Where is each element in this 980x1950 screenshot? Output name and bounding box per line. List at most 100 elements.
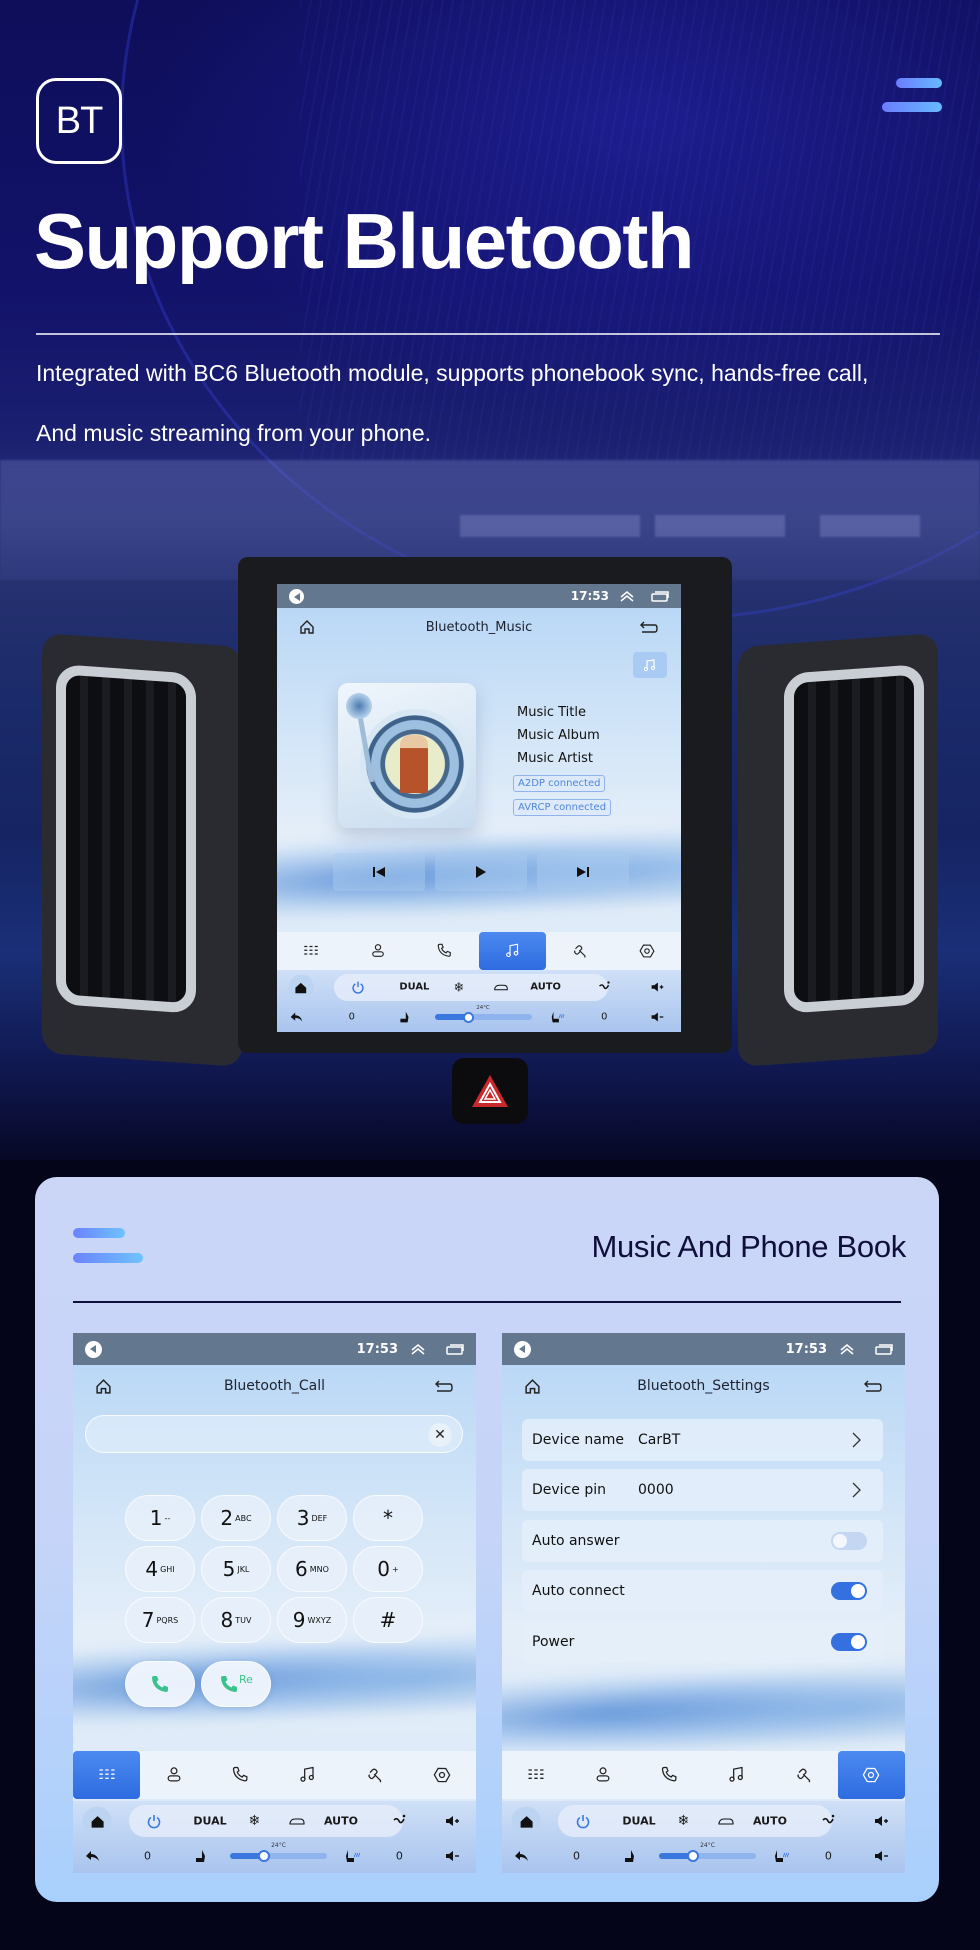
fan-speed-slider[interactable] — [434, 1011, 532, 1023]
back-circle-icon[interactable] — [289, 588, 304, 604]
airflow-mode-button[interactable] — [820, 1813, 836, 1829]
recirculation-button[interactable] — [289, 1813, 305, 1829]
hazard-button[interactable] — [452, 1058, 528, 1124]
next-track-button[interactable] — [537, 853, 629, 891]
climate-back-button[interactable] — [290, 1010, 304, 1024]
nav-tab-music[interactable] — [478, 932, 547, 970]
dual-button[interactable]: DUAL — [193, 1815, 226, 1828]
nav-tab-calls[interactable] — [636, 1751, 703, 1799]
climate-back-button[interactable] — [514, 1848, 530, 1864]
nav-tab-contacts[interactable] — [569, 1751, 636, 1799]
ac-snowflake-button[interactable]: ❄ — [454, 980, 465, 995]
fan-speed-knob[interactable] — [258, 1849, 270, 1862]
auto-button[interactable]: AUTO — [324, 1815, 358, 1828]
home-icon[interactable] — [95, 1378, 112, 1395]
right-seat-heat-button[interactable] — [551, 1010, 565, 1024]
dial-key-4[interactable]: 4 GHI — [125, 1546, 195, 1592]
collapse-icon[interactable] — [839, 1343, 855, 1355]
nav-tab-settings[interactable] — [614, 932, 681, 970]
nav-tab-contacts[interactable] — [140, 1751, 207, 1799]
return-icon[interactable] — [639, 620, 659, 634]
fan-speed-slider[interactable] — [230, 1849, 327, 1862]
collapse-icon[interactable] — [410, 1343, 426, 1355]
dial-key-8[interactable]: 8 TUV — [201, 1597, 271, 1643]
dial-key-0[interactable]: 0 + — [353, 1546, 423, 1592]
fan-speed-slider[interactable] — [659, 1849, 756, 1862]
power-toggle[interactable] — [831, 1633, 867, 1651]
dial-key-hash[interactable]: # — [353, 1597, 423, 1643]
airflow-mode-button[interactable] — [391, 1813, 407, 1829]
auto-answer-toggle[interactable] — [831, 1532, 867, 1550]
dial-key-2[interactable]: 2 ABC — [201, 1495, 271, 1541]
recent-apps-icon[interactable] — [875, 1343, 893, 1355]
call-button[interactable] — [125, 1661, 195, 1707]
dial-key-5[interactable]: 5 JKL — [201, 1546, 271, 1592]
ac-power-button[interactable] — [575, 1813, 591, 1829]
nav-tab-dialpad[interactable] — [277, 932, 344, 970]
left-seat-button[interactable] — [621, 1848, 637, 1864]
volume-up-button[interactable] — [650, 980, 664, 994]
device-pin-row[interactable]: Device pin 0000 — [522, 1469, 883, 1511]
nav-tab-pairing[interactable] — [771, 1751, 838, 1799]
fan-speed-knob[interactable] — [463, 1011, 474, 1023]
back-circle-icon[interactable] — [85, 1340, 102, 1358]
volume-up-button[interactable] — [444, 1813, 460, 1829]
ac-snowflake-button[interactable]: ❄ — [248, 1813, 260, 1829]
airflow-mode-button[interactable] — [597, 980, 611, 994]
return-icon[interactable] — [863, 1379, 883, 1393]
nav-tab-music[interactable] — [703, 1751, 770, 1799]
climate-back-button[interactable] — [85, 1848, 101, 1864]
nav-tab-calls[interactable] — [412, 932, 479, 970]
right-seat-heat-button[interactable] — [345, 1848, 361, 1864]
dial-key-1[interactable]: 1 -- — [125, 1495, 195, 1541]
right-seat-heat-button[interactable] — [774, 1848, 790, 1864]
nav-tab-contacts[interactable] — [344, 932, 411, 970]
nav-tab-calls[interactable] — [207, 1751, 274, 1799]
nav-tab-pairing[interactable] — [546, 932, 613, 970]
climate-home-button[interactable] — [82, 1806, 112, 1836]
auto-button[interactable]: AUTO — [753, 1815, 787, 1828]
nav-tab-music[interactable] — [274, 1751, 341, 1799]
nav-tab-dialpad[interactable] — [73, 1751, 141, 1799]
menu-icon[interactable] — [880, 78, 942, 114]
playlist-button[interactable] — [633, 652, 667, 678]
dial-key-3[interactable]: 3 DEF — [277, 1495, 347, 1541]
previous-track-button[interactable] — [333, 853, 425, 891]
home-icon[interactable] — [299, 619, 315, 635]
left-seat-button[interactable] — [397, 1010, 411, 1024]
device-name-row[interactable]: Device name CarBT — [522, 1419, 883, 1461]
recent-apps-icon[interactable] — [446, 1343, 464, 1355]
volume-up-button[interactable] — [873, 1813, 889, 1829]
nav-tab-dialpad[interactable] — [502, 1751, 569, 1799]
nav-tab-pairing[interactable] — [342, 1751, 409, 1799]
volume-down-button[interactable] — [650, 1010, 664, 1024]
nav-tab-settings[interactable] — [837, 1751, 905, 1799]
recirculation-button[interactable] — [718, 1813, 734, 1829]
dial-key-6[interactable]: 6 MNO — [277, 1546, 347, 1592]
dial-key-star[interactable]: * — [353, 1495, 423, 1541]
recent-apps-icon[interactable] — [651, 590, 669, 602]
dual-button[interactable]: DUAL — [622, 1815, 655, 1828]
fan-speed-knob[interactable] — [687, 1849, 699, 1862]
dial-key-9[interactable]: 9 WXYZ — [277, 1597, 347, 1643]
volume-down-button[interactable] — [444, 1848, 460, 1864]
climate-home-button[interactable] — [511, 1806, 541, 1836]
auto-button[interactable]: AUTO — [530, 982, 561, 993]
back-circle-icon[interactable] — [514, 1340, 531, 1358]
clear-button[interactable]: ✕ — [428, 1423, 452, 1447]
dual-button[interactable]: DUAL — [399, 982, 429, 993]
left-seat-button[interactable] — [192, 1848, 208, 1864]
nav-tab-settings[interactable] — [409, 1751, 476, 1799]
dial-number-input[interactable]: ✕ — [85, 1415, 463, 1453]
ac-power-button[interactable] — [351, 980, 365, 995]
collapse-icon[interactable] — [619, 590, 635, 602]
recirculation-button[interactable] — [494, 980, 509, 994]
dial-key-7[interactable]: 7 PQRS — [125, 1597, 195, 1643]
redial-button[interactable]: Re — [201, 1661, 271, 1707]
home-icon[interactable] — [524, 1378, 541, 1395]
ac-power-button[interactable] — [146, 1813, 162, 1829]
return-icon[interactable] — [434, 1379, 454, 1393]
ac-snowflake-button[interactable]: ❄ — [677, 1813, 689, 1829]
play-button[interactable] — [435, 853, 527, 891]
auto-connect-toggle[interactable] — [831, 1582, 867, 1600]
